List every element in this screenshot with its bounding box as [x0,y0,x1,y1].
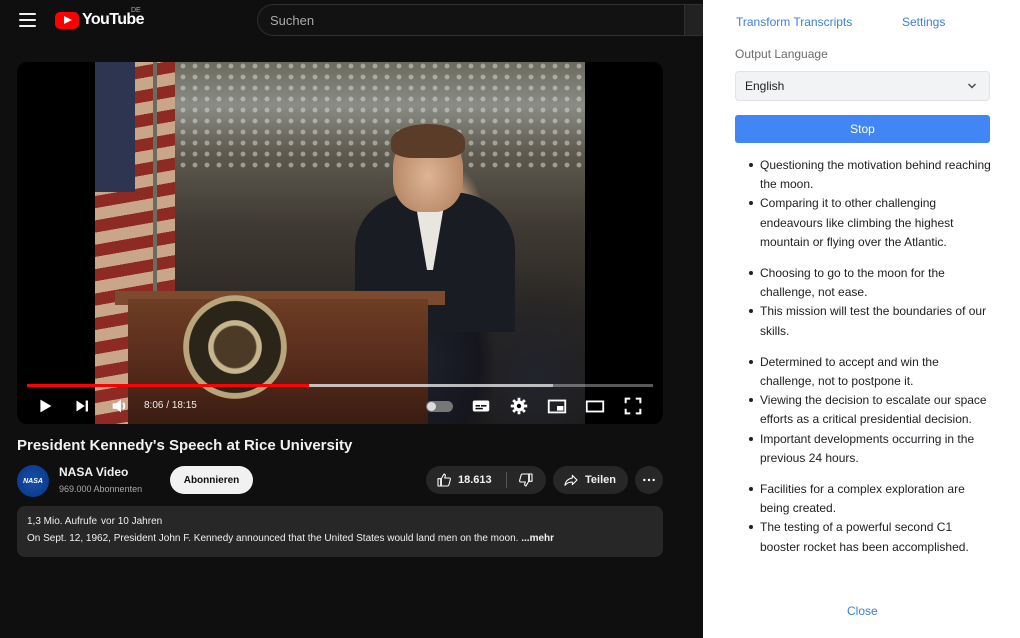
summary-group: Facilities for a complex exploration are… [740,480,992,557]
youtube-logo[interactable]: YouTube DE [55,7,144,29]
stop-button[interactable]: Stop [735,115,990,143]
gear-icon [510,397,528,415]
summary-group: Questioning the motivation behind reachi… [740,156,992,252]
summary-group: Choosing to go to the moon for the chall… [740,264,992,341]
play-button[interactable] [34,395,56,417]
menu-icon[interactable] [19,13,36,27]
search-button[interactable] [684,4,703,36]
progress-played [27,384,309,387]
volume-button[interactable] [109,395,131,417]
tab-settings[interactable]: Settings [902,15,945,29]
summary-bullet: The testing of a powerful second C1 boos… [740,518,992,556]
description-meta: 1,3 Mio. Aufrufe vor 10 Jahren [27,516,653,527]
output-language-select[interactable]: English [735,71,990,101]
search-box [257,4,697,36]
next-button[interactable] [71,395,93,417]
output-language-value: English [745,79,785,93]
thumbs-down-icon [519,473,533,487]
autoplay-toggle[interactable] [426,401,453,412]
more-actions-button[interactable] [635,466,663,494]
progress-bar[interactable] [27,384,653,387]
share-button[interactable]: Teilen [553,466,628,494]
youtube-play-icon [55,11,79,29]
share-label: Teilen [585,474,616,486]
masthead: YouTube DE [0,0,703,40]
speaker-hair [391,124,465,158]
search-input[interactable] [270,12,697,28]
channel-name[interactable]: NASA Video [59,465,128,479]
description-body: On Sept. 12, 1962, President John F. Ken… [27,533,519,544]
summary-bullet-list: Questioning the motivation behind reachi… [740,156,992,569]
like-button[interactable]: 18.613 [426,466,506,494]
subscribe-button[interactable]: Abonnieren [170,466,253,494]
subtitles-button[interactable] [470,395,492,417]
player-controls: 8:06 / 18:15 [17,392,663,420]
output-language-label: Output Language [735,47,828,61]
settings-button[interactable] [508,395,530,417]
subscriber-count: 969.000 Abonnenten [59,484,143,494]
like-dislike-group: 18.613 [426,466,546,494]
summary-bullet: Questioning the motivation behind reachi… [740,156,992,194]
fullscreen-icon [624,397,642,415]
dislike-button[interactable] [507,466,545,494]
summary-bullet: Facilities for a complex exploration are… [740,480,992,518]
miniplayer-icon [547,399,567,414]
description-box[interactable]: 1,3 Mio. Aufrufe vor 10 Jahren On Sept. 1… [17,506,663,557]
video-frame [95,62,585,424]
summary-bullet: Choosing to go to the moon for the chall… [740,264,992,302]
youtube-page: YouTube DE Suchen 8:06 / 18:15 President… [0,0,703,638]
transcript-extension-panel: Transform Transcripts Settings Output La… [703,0,1020,638]
close-button[interactable]: Close [847,604,878,618]
upload-age: vor 10 Jahren [101,516,163,527]
video-title: President Kennedy's Speech at Rice Unive… [17,437,353,454]
summary-bullet: Comparing it to other challenging endeav… [740,194,992,252]
logo-country-code: DE [131,7,141,14]
description-text: On Sept. 12, 1962, President John F. Ken… [27,533,653,544]
summary-group: Determined to accept and win the challen… [740,353,992,468]
time-total: 18:15 [171,400,197,411]
summary-bullet: Important developments occurring in the … [740,430,992,468]
description-more-link[interactable]: ...mehr [521,533,554,544]
time-current: 8:06 [144,400,164,411]
thumbs-up-icon [437,473,451,487]
share-icon [564,474,578,486]
more-icon [643,478,655,482]
summary-bullet: Determined to accept and win the challen… [740,353,992,391]
summary-bullet: This mission will test the boundaries of… [740,302,992,340]
view-count: 1,3 Mio. Aufrufe [27,516,98,527]
channel-avatar[interactable]: NASA [17,465,49,497]
video-player[interactable]: 8:06 / 18:15 [17,62,663,424]
time-display: 8:06 / 18:15 [144,400,197,411]
theater-button[interactable] [584,395,606,417]
crowd-backdrop [155,62,585,172]
next-icon [76,400,88,412]
chevron-down-icon [968,83,976,89]
volume-icon [112,399,126,413]
flag-canton [95,62,135,192]
avatar-text: NASA [23,477,43,485]
play-icon [40,399,52,413]
subtitles-icon [472,400,490,412]
miniplayer-button[interactable] [546,395,568,417]
like-count: 18.613 [458,474,492,486]
theater-icon [585,400,605,413]
summary-bullet: Viewing the decision to escalate our spa… [740,391,992,429]
fullscreen-button[interactable] [622,395,644,417]
tab-transform-transcripts[interactable]: Transform Transcripts [736,15,852,29]
